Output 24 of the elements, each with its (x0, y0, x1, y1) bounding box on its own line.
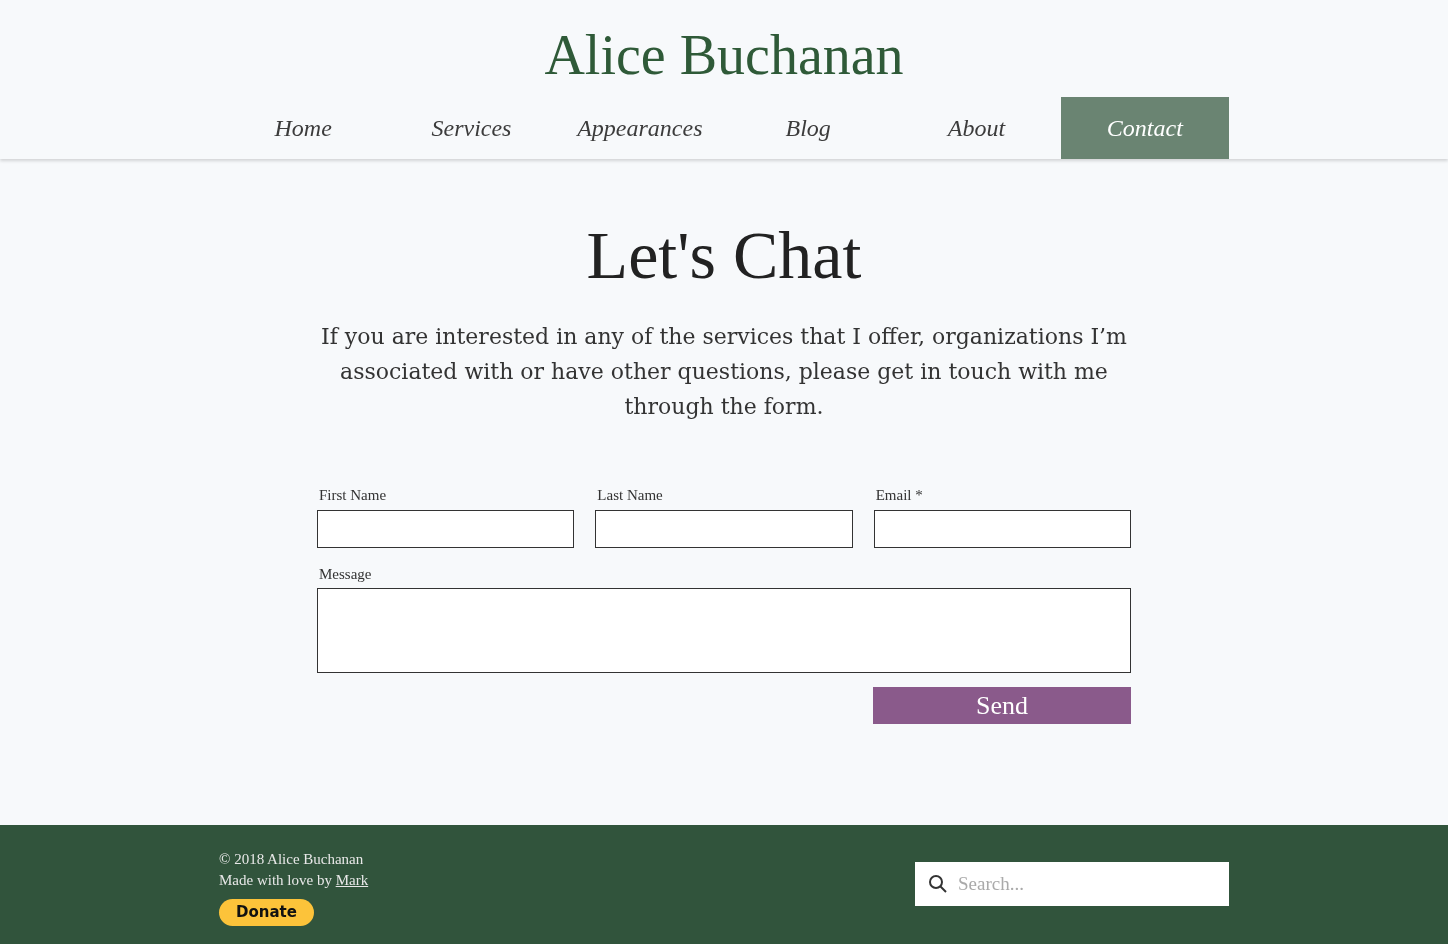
nav-link[interactable]: Appearances (555, 97, 724, 159)
intro-paragraph: If you are interested in any of the services that I offer, organizations I’m associated with or have other questions, please get in touch with me through the form. (320, 323, 1128, 421)
page-heading: Let's Chat (586, 216, 862, 295)
nav-link[interactable]: Services (387, 97, 556, 159)
donate-button[interactable]: Donate (219, 899, 314, 926)
field-label: Message (319, 565, 373, 583)
send-button[interactable]: Send (873, 687, 1131, 724)
site-title: Alice Buchanan (544, 23, 904, 88)
search-icon (928, 874, 948, 894)
credit-link[interactable]: Mark (335, 872, 369, 888)
field-label: First Name (319, 486, 388, 504)
message-field[interactable] (317, 588, 1131, 673)
field-label: Last Name (597, 486, 664, 504)
input-field[interactable] (873, 510, 1131, 548)
search-field[interactable]: Search... (915, 862, 1229, 906)
nav-link[interactable]: Blog (724, 97, 893, 159)
nav-link[interactable]: About (892, 97, 1061, 159)
input-field[interactable] (317, 510, 575, 548)
field-label: Email * (875, 486, 924, 504)
nav-link[interactable]: Home (219, 97, 388, 159)
credit-text: Made with love by Mark (219, 871, 369, 890)
input-field[interactable] (595, 510, 853, 548)
copyright-text: © 2018 Alice Buchanan (219, 850, 365, 869)
nav-link[interactable]: Contact (1060, 97, 1229, 159)
